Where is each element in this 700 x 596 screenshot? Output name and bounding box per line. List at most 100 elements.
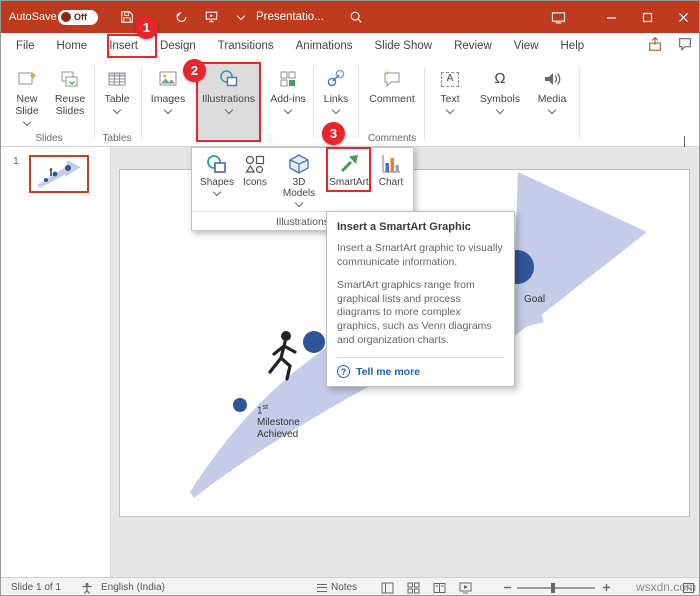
tell-me-more-link[interactable]: ? Tell me more: [337, 365, 504, 379]
group-label-comments: Comments: [367, 133, 417, 144]
add-ins-icon: [277, 67, 299, 91]
shapes-menu-item[interactable]: Shapes: [198, 152, 236, 208]
slideshow-monitor-icon[interactable]: [199, 1, 223, 33]
tab-design[interactable]: Design: [149, 33, 207, 59]
tab-help[interactable]: Help: [550, 33, 596, 59]
zoom-in-button[interactable]: [602, 578, 611, 595]
ribbon: New Slide Reuse Slides Table Images Illu…: [1, 59, 699, 154]
powerpoint-window: AutoSave Off Presentatio... File Home In…: [0, 0, 700, 596]
menu-item-label: Shapes: [200, 177, 234, 188]
chevron-down-icon: [547, 105, 557, 115]
autosave-state: Off: [74, 12, 87, 22]
ribbon-button-label: Reuse Slides: [54, 93, 86, 118]
comment-button[interactable]: Comment: [363, 63, 421, 139]
media-button[interactable]: Media: [529, 63, 575, 139]
minimize-button[interactable]: [593, 1, 629, 33]
smartart-tooltip: Insert a SmartArt Graphic Insert a Smart…: [326, 211, 515, 388]
reuse-slides-button[interactable]: Reuse Slides: [49, 63, 91, 139]
tooltip-divider: [337, 357, 504, 359]
3d-cube-icon: [287, 152, 311, 176]
smartart-menu-item[interactable]: SmartArt: [328, 152, 370, 208]
tab-animations[interactable]: Animations: [285, 33, 364, 59]
comments-icon[interactable]: [677, 36, 693, 57]
reading-view-button[interactable]: [433, 578, 446, 595]
normal-view-button[interactable]: [381, 578, 394, 595]
help-question-icon: ?: [337, 365, 350, 379]
new-slide-button[interactable]: New Slide: [7, 63, 47, 139]
symbols-button[interactable]: Ω Symbols: [475, 63, 525, 139]
group-separator: [579, 67, 580, 139]
chevron-down-icon: [163, 105, 173, 115]
zoom-slider-track[interactable]: [517, 582, 595, 593]
maximize-button[interactable]: [629, 1, 665, 33]
tab-transitions[interactable]: Transitions: [207, 33, 285, 59]
menu-item-label: SmartArt: [329, 177, 369, 188]
language-selector[interactable]: English (India): [101, 578, 165, 595]
chevron-down-icon: [224, 105, 233, 115]
tooltip-paragraph: Insert a SmartArt graphic to visually co…: [337, 242, 503, 268]
images-icon: [157, 67, 179, 91]
zoom-slider[interactable]: [517, 578, 595, 595]
icons-icon: [243, 152, 267, 176]
ribbon-button-label: Links: [323, 93, 349, 105]
group-label-slides: Slides: [35, 133, 63, 144]
tab-home[interactable]: Home: [46, 33, 99, 59]
illustrations-button[interactable]: Illustrations: [197, 63, 260, 141]
slide-sorter-view-button[interactable]: [407, 578, 420, 595]
text-button[interactable]: A Text: [429, 63, 471, 139]
speaker-icon: [541, 67, 563, 91]
menu-bar: File Home Insert Design Transitions Anim…: [1, 33, 699, 59]
close-button[interactable]: [665, 1, 699, 33]
slide-thumbnail[interactable]: [29, 155, 89, 193]
3d-models-menu-item[interactable]: 3D Models: [274, 152, 324, 208]
slide-number: 1: [13, 155, 19, 167]
ribbon-button-label: Text: [440, 93, 460, 105]
ribbon-display-icon[interactable]: [546, 1, 570, 33]
group-label-tables: Tables: [102, 133, 132, 144]
menu-item-label: Icons: [243, 177, 267, 188]
autosave-toggle[interactable]: Off: [58, 1, 98, 33]
thumbnail-graphic: [37, 160, 81, 188]
tooltip-title: Insert a SmartArt Graphic: [337, 221, 471, 233]
menu-item-label: Chart: [378, 177, 404, 188]
accessibility-icon[interactable]: [81, 578, 93, 595]
links-icon: [325, 67, 347, 91]
slideshow-view-button[interactable]: [459, 578, 472, 595]
milestone-label: 1st Milestone Achieved: [257, 404, 300, 441]
ribbon-button-label: Add-ins: [270, 93, 306, 105]
chart-icon: [379, 152, 403, 176]
ribbon-button-label: Illustrations: [201, 93, 256, 105]
ribbon-button-label: Comment: [369, 93, 415, 105]
ribbon-button-label: New Slide: [15, 93, 39, 118]
tab-view[interactable]: View: [503, 33, 550, 59]
chevron-down-icon: [445, 105, 455, 115]
zoom-out-button[interactable]: [503, 578, 512, 595]
tab-file[interactable]: File: [5, 33, 46, 59]
search-icon[interactable]: [344, 1, 368, 33]
icons-menu-item[interactable]: Icons: [238, 152, 272, 208]
tooltip-paragraph: SmartArt graphics range from graphical l…: [337, 278, 492, 347]
menu-item-label: 3D Models: [282, 177, 316, 199]
tab-slideshow[interactable]: Slide Show: [364, 33, 444, 59]
table-button[interactable]: Table: [98, 63, 136, 139]
add-ins-button[interactable]: Add-ins: [266, 63, 310, 139]
illustrations-icon: [218, 67, 240, 91]
undo-icon[interactable]: [169, 1, 193, 33]
notes-button[interactable]: Notes: [317, 578, 357, 595]
toggle-knob-icon: [61, 12, 71, 22]
chevron-down-icon: [294, 198, 304, 208]
zoom-slider-thumb[interactable]: [551, 582, 555, 593]
quick-access-chevron-icon[interactable]: [229, 1, 253, 33]
table-icon: [106, 67, 128, 91]
autosave-toggle-pill[interactable]: Off: [58, 9, 98, 25]
ribbon-button-label: Images: [150, 93, 186, 105]
chevron-down-icon: [283, 105, 293, 115]
chart-menu-item[interactable]: Chart: [372, 152, 410, 208]
slide-indicator: Slide 1 of 1: [11, 582, 62, 593]
title-bar: AutoSave Off Presentatio...: [1, 1, 699, 33]
status-bar: Slide 1 of 1 English (India) Notes: [1, 577, 699, 595]
menubar-right-icons: [647, 33, 693, 59]
share-icon[interactable]: [647, 36, 663, 57]
group-separator: [424, 67, 425, 139]
tab-review[interactable]: Review: [443, 33, 503, 59]
